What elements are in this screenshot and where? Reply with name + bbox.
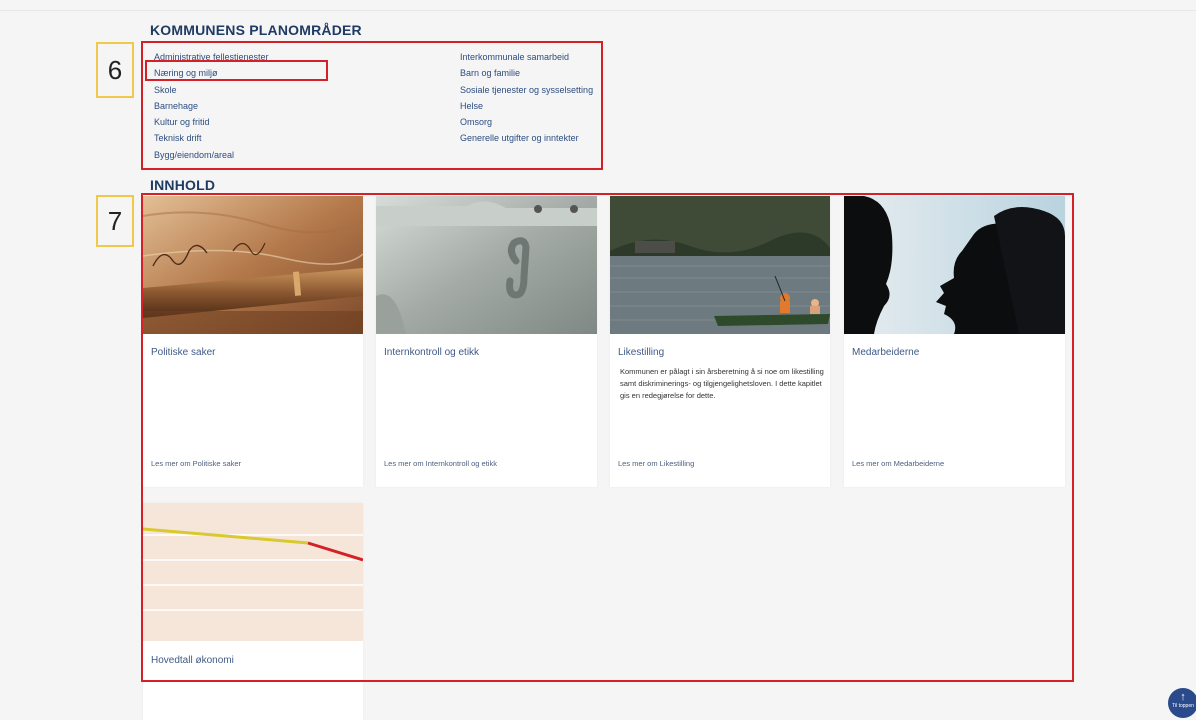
area-link-barnehage[interactable]: Barnehage [154, 98, 269, 114]
card-title: Medarbeiderne [852, 347, 920, 358]
area-link-barn-og-familie[interactable]: Barn og familie [460, 65, 593, 81]
card-hovedtall-okonomi[interactable]: Hovedtall økonomi [143, 503, 363, 720]
planning-areas-list: Administrative fellestjenester Næring og… [154, 49, 614, 164]
card-likestilling[interactable]: Likestilling Kommunen er pålagt i sin år… [610, 196, 830, 487]
area-link-teknisk-drift[interactable]: Teknisk drift [154, 130, 269, 146]
card-medarbeiderne[interactable]: Medarbeiderne Les mer om Medarbeiderne [844, 196, 1065, 487]
area-link-interkommunale[interactable]: Interkommunale samarbeid [460, 49, 593, 65]
card-read-more-link[interactable]: Les mer om Internkontroll og etikk [384, 459, 497, 468]
area-link-sosiale-tjenester[interactable]: Sosiale tjenester og sysselsetting [460, 82, 593, 98]
area-link-helse[interactable]: Helse [460, 98, 593, 114]
card-read-more-link[interactable]: Les mer om Likestilling [618, 459, 694, 468]
planning-areas-heading: KOMMUNENS PLANOMRÅDER [150, 22, 362, 38]
arrow-up-icon: ↑ [1180, 691, 1186, 703]
top-divider [0, 10, 1196, 11]
lake-image [610, 196, 830, 334]
card-politiske-saker[interactable]: Politiske saker Les mer om Politiske sak… [143, 196, 363, 487]
area-link-bygg-eiendom-areal[interactable]: Bygg/eiendom/areal [154, 147, 269, 163]
scroll-to-top-label: Til toppen [1172, 703, 1194, 709]
area-link-administrative[interactable]: Administrative fellestjenester [154, 49, 269, 65]
planning-areas-right-column: Interkommunale samarbeid Barn og familie… [460, 49, 593, 147]
card-description: Kommunen er pålagt i sin årsberetning å … [620, 367, 824, 400]
card-internkontroll-og-etikk[interactable]: Internkontroll og etikk Les mer om Inter… [376, 196, 597, 487]
card-read-more-link[interactable]: Les mer om Politiske saker [151, 459, 241, 468]
pen-image [143, 196, 363, 334]
card-read-more-link[interactable]: Les mer om Medarbeiderne [852, 459, 944, 468]
content-heading: INNHOLD [150, 177, 216, 193]
callout-marker-6: 6 [96, 42, 134, 98]
scroll-to-top-button[interactable]: ↑ Til toppen [1168, 688, 1196, 718]
callout-marker-7: 7 [96, 195, 134, 247]
area-link-naering-og-miljo[interactable]: Næring og miljø [154, 65, 269, 81]
silhouettes-image [844, 196, 1065, 334]
planning-areas-left-column: Administrative fellestjenester Næring og… [154, 49, 269, 163]
card-title: Likestilling [618, 347, 665, 358]
area-link-omsorg[interactable]: Omsorg [460, 114, 593, 130]
economy-chart-image [143, 503, 363, 641]
card-title: Internkontroll og etikk [384, 347, 480, 358]
area-link-kultur-og-fritid[interactable]: Kultur og fritid [154, 114, 269, 130]
card-title: Hovedtall økonomi [151, 655, 234, 666]
area-link-skole[interactable]: Skole [154, 82, 269, 98]
card-title: Politiske saker [151, 347, 216, 358]
area-link-generelle-utgifter[interactable]: Generelle utgifter og inntekter [460, 130, 593, 146]
metal-image [376, 196, 597, 334]
